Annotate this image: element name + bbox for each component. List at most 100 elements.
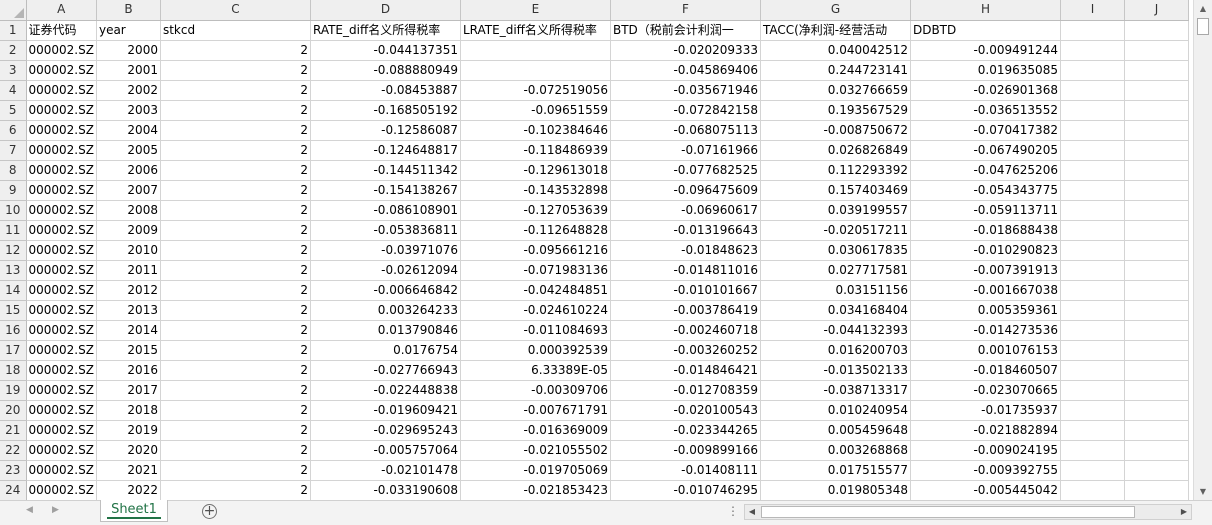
column-header-A[interactable]: A bbox=[26, 0, 97, 21]
cell-E18[interactable]: 6.33389E-05 bbox=[460, 360, 611, 381]
cell-I9[interactable] bbox=[1060, 180, 1125, 201]
cell-E3[interactable] bbox=[460, 60, 611, 81]
cell-J8[interactable] bbox=[1124, 160, 1189, 181]
cell-F12[interactable]: -0.01848623 bbox=[610, 240, 761, 261]
cell-A16[interactable]: 000002.SZ bbox=[26, 320, 97, 341]
cell-E22[interactable]: -0.021055502 bbox=[460, 440, 611, 461]
row-header[interactable]: 3 bbox=[0, 60, 27, 81]
cell-E23[interactable]: -0.019705069 bbox=[460, 460, 611, 481]
cell-G6[interactable]: -0.008750672 bbox=[760, 120, 911, 141]
cell-D9[interactable]: -0.154138267 bbox=[310, 180, 461, 201]
cell-J7[interactable] bbox=[1124, 140, 1189, 161]
cell-G16[interactable]: -0.044132393 bbox=[760, 320, 911, 341]
cell-H11[interactable]: -0.018688438 bbox=[910, 220, 1061, 241]
cell-I23[interactable] bbox=[1060, 460, 1125, 481]
cell-C7[interactable]: 2 bbox=[160, 140, 311, 161]
cell-B14[interactable]: 2012 bbox=[96, 280, 161, 301]
cell-J20[interactable] bbox=[1124, 400, 1189, 421]
cell-J14[interactable] bbox=[1124, 280, 1189, 301]
row-header[interactable]: 10 bbox=[0, 200, 27, 221]
scroll-down-icon[interactable]: ▼ bbox=[1194, 483, 1212, 500]
row-header[interactable]: 24 bbox=[0, 480, 27, 500]
select-all-corner[interactable] bbox=[0, 0, 27, 21]
cell-G10[interactable]: 0.039199557 bbox=[760, 200, 911, 221]
cell-B7[interactable]: 2005 bbox=[96, 140, 161, 161]
row-header[interactable]: 5 bbox=[0, 100, 27, 121]
cell-A24[interactable]: 000002.SZ bbox=[26, 480, 97, 500]
cell-C3[interactable]: 2 bbox=[160, 60, 311, 81]
cell-B21[interactable]: 2019 bbox=[96, 420, 161, 441]
next-sheet-icon[interactable]: ▶ bbox=[52, 505, 59, 515]
cell-D7[interactable]: -0.124648817 bbox=[310, 140, 461, 161]
cell-G21[interactable]: 0.005459648 bbox=[760, 420, 911, 441]
cell-D5[interactable]: -0.168505192 bbox=[310, 100, 461, 121]
cell-H15[interactable]: 0.005359361 bbox=[910, 300, 1061, 321]
cell-I18[interactable] bbox=[1060, 360, 1125, 381]
cell-C4[interactable]: 2 bbox=[160, 80, 311, 101]
cell-A13[interactable]: 000002.SZ bbox=[26, 260, 97, 281]
cell-G7[interactable]: 0.026826849 bbox=[760, 140, 911, 161]
cell-F3[interactable]: -0.045869406 bbox=[610, 60, 761, 81]
cell-F1[interactable]: BTD（税前会计利润一 bbox=[610, 20, 761, 41]
cell-H1[interactable]: DDBTD bbox=[910, 20, 1061, 41]
cell-J18[interactable] bbox=[1124, 360, 1189, 381]
cell-H14[interactable]: -0.001667038 bbox=[910, 280, 1061, 301]
cell-G23[interactable]: 0.017515577 bbox=[760, 460, 911, 481]
cell-J5[interactable] bbox=[1124, 100, 1189, 121]
cell-E24[interactable]: -0.021853423 bbox=[460, 480, 611, 500]
cell-G22[interactable]: 0.003268868 bbox=[760, 440, 911, 461]
row-header[interactable]: 18 bbox=[0, 360, 27, 381]
cell-F6[interactable]: -0.068075113 bbox=[610, 120, 761, 141]
cell-B4[interactable]: 2002 bbox=[96, 80, 161, 101]
cell-B15[interactable]: 2013 bbox=[96, 300, 161, 321]
cell-D24[interactable]: -0.033190608 bbox=[310, 480, 461, 500]
cell-H23[interactable]: -0.009392755 bbox=[910, 460, 1061, 481]
cell-F18[interactable]: -0.014846421 bbox=[610, 360, 761, 381]
cell-E5[interactable]: -0.09651559 bbox=[460, 100, 611, 121]
cell-J12[interactable] bbox=[1124, 240, 1189, 261]
cell-A6[interactable]: 000002.SZ bbox=[26, 120, 97, 141]
row-header[interactable]: 13 bbox=[0, 260, 27, 281]
cell-B2[interactable]: 2000 bbox=[96, 40, 161, 61]
cell-G14[interactable]: 0.03151156 bbox=[760, 280, 911, 301]
cell-F23[interactable]: -0.01408111 bbox=[610, 460, 761, 481]
cell-G13[interactable]: 0.027717581 bbox=[760, 260, 911, 281]
cell-A11[interactable]: 000002.SZ bbox=[26, 220, 97, 241]
row-header[interactable]: 14 bbox=[0, 280, 27, 301]
cell-I22[interactable] bbox=[1060, 440, 1125, 461]
cell-C10[interactable]: 2 bbox=[160, 200, 311, 221]
cell-C1[interactable]: stkcd bbox=[160, 20, 311, 41]
cell-B20[interactable]: 2018 bbox=[96, 400, 161, 421]
cell-D17[interactable]: 0.0176754 bbox=[310, 340, 461, 361]
cell-I4[interactable] bbox=[1060, 80, 1125, 101]
cell-G19[interactable]: -0.038713317 bbox=[760, 380, 911, 401]
cell-D22[interactable]: -0.005757064 bbox=[310, 440, 461, 461]
cell-D3[interactable]: -0.088880949 bbox=[310, 60, 461, 81]
row-header[interactable]: 22 bbox=[0, 440, 27, 461]
cell-C6[interactable]: 2 bbox=[160, 120, 311, 141]
cell-I20[interactable] bbox=[1060, 400, 1125, 421]
cell-J24[interactable] bbox=[1124, 480, 1189, 500]
cell-C2[interactable]: 2 bbox=[160, 40, 311, 61]
cell-F21[interactable]: -0.023344265 bbox=[610, 420, 761, 441]
cell-C11[interactable]: 2 bbox=[160, 220, 311, 241]
cell-E16[interactable]: -0.011084693 bbox=[460, 320, 611, 341]
cell-I5[interactable] bbox=[1060, 100, 1125, 121]
cell-C12[interactable]: 2 bbox=[160, 240, 311, 261]
cell-A20[interactable]: 000002.SZ bbox=[26, 400, 97, 421]
cell-B9[interactable]: 2007 bbox=[96, 180, 161, 201]
vertical-scroll-thumb[interactable] bbox=[1197, 18, 1209, 35]
cell-E10[interactable]: -0.127053639 bbox=[460, 200, 611, 221]
cell-C20[interactable]: 2 bbox=[160, 400, 311, 421]
cell-J22[interactable] bbox=[1124, 440, 1189, 461]
cell-C9[interactable]: 2 bbox=[160, 180, 311, 201]
scroll-up-icon[interactable]: ▲ bbox=[1194, 0, 1212, 17]
cell-G3[interactable]: 0.244723141 bbox=[760, 60, 911, 81]
prev-sheet-icon[interactable]: ◀ bbox=[26, 505, 33, 515]
cell-H16[interactable]: -0.014273536 bbox=[910, 320, 1061, 341]
row-header[interactable]: 2 bbox=[0, 40, 27, 61]
cell-G11[interactable]: -0.020517211 bbox=[760, 220, 911, 241]
cell-G17[interactable]: 0.016200703 bbox=[760, 340, 911, 361]
cell-D10[interactable]: -0.086108901 bbox=[310, 200, 461, 221]
cell-J10[interactable] bbox=[1124, 200, 1189, 221]
